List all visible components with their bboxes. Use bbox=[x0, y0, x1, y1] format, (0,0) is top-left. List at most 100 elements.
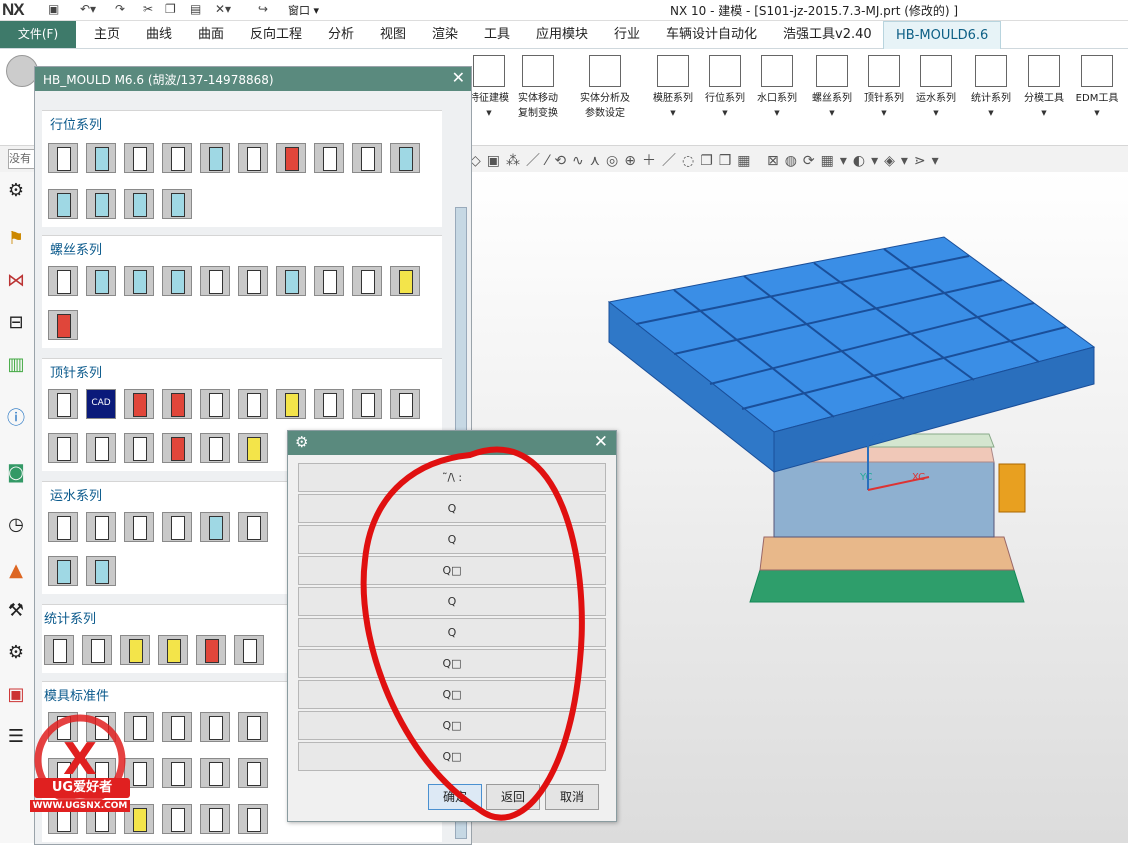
undo-icon[interactable]: ↶▾ bbox=[80, 2, 96, 16]
slider-tool-icon[interactable] bbox=[352, 143, 382, 173]
statistics-tool-icon[interactable] bbox=[158, 635, 188, 665]
ejector-tool-icon[interactable] bbox=[162, 433, 192, 463]
slider-tool-icon[interactable] bbox=[48, 143, 78, 173]
constraint-navigator-icon[interactable]: ⋈ bbox=[3, 268, 29, 294]
slider-tool-icon[interactable] bbox=[276, 143, 306, 173]
standard-part-icon[interactable] bbox=[200, 758, 230, 788]
screw-tool-icon[interactable] bbox=[48, 266, 78, 296]
ribbon-cooling[interactable]: 运水系列 ▼ bbox=[911, 55, 961, 121]
standard-part-icon[interactable] bbox=[200, 712, 230, 742]
dialog-option-button[interactable]: ˜/\ : bbox=[298, 463, 606, 492]
ejector-tool-icon[interactable] bbox=[86, 433, 116, 463]
statistics-tool-icon[interactable] bbox=[234, 635, 264, 665]
system-scene-icon[interactable]: ☰ bbox=[3, 724, 29, 750]
dialog-title-bar[interactable]: ⚙ ✕ bbox=[288, 431, 616, 455]
cooling-tool-icon[interactable] bbox=[238, 512, 268, 542]
redo-icon[interactable]: ↷ bbox=[115, 2, 125, 16]
ejector-tool-icon[interactable] bbox=[390, 389, 420, 419]
tab-view[interactable]: 视图 bbox=[380, 21, 406, 48]
ejector-tool-icon[interactable] bbox=[276, 389, 306, 419]
close-icon[interactable]: ✕ bbox=[594, 432, 608, 452]
ejector-tool-icon[interactable] bbox=[48, 389, 78, 419]
dialog-option-button[interactable]: Q□ bbox=[298, 556, 606, 585]
tab-haoqiang-tools[interactable]: 浩强工具v2.40 bbox=[783, 21, 872, 48]
ejector-tool-icon[interactable] bbox=[200, 433, 230, 463]
screw-tool-icon[interactable] bbox=[200, 266, 230, 296]
cooling-tool-icon[interactable] bbox=[86, 512, 116, 542]
ribbon-solid-analysis[interactable]: 实体分析及 参数设定 bbox=[572, 55, 638, 121]
cooling-tool-icon[interactable] bbox=[124, 512, 154, 542]
tab-home[interactable]: 主页 bbox=[94, 21, 120, 48]
standard-part-icon[interactable] bbox=[238, 758, 268, 788]
standard-part-icon[interactable] bbox=[162, 804, 192, 834]
statistics-tool-icon[interactable] bbox=[120, 635, 150, 665]
cut-icon[interactable]: ✂ bbox=[143, 2, 153, 16]
ribbon-gate[interactable]: 水口系列 ▼ bbox=[753, 55, 801, 121]
ejector-tool-icon[interactable] bbox=[124, 433, 154, 463]
standard-part-icon[interactable] bbox=[162, 758, 192, 788]
ribbon-screw[interactable]: 螺丝系列 ▼ bbox=[806, 55, 858, 121]
slider-tool-icon[interactable] bbox=[238, 143, 268, 173]
part-navigator-icon[interactable]: ⊟ bbox=[3, 310, 29, 336]
screw-tool-icon[interactable] bbox=[162, 266, 192, 296]
tab-reverse-engineering[interactable]: 反向工程 bbox=[250, 21, 302, 48]
slider-tool-icon[interactable] bbox=[162, 143, 192, 173]
standard-part-icon[interactable] bbox=[238, 712, 268, 742]
repeat-command-icon[interactable]: ↪ bbox=[258, 2, 268, 16]
process-studio-icon[interactable]: ⚒ bbox=[3, 598, 29, 624]
cooling-tool-icon[interactable] bbox=[162, 512, 192, 542]
dialog-option-button[interactable]: Q□ bbox=[298, 649, 606, 678]
ejector-tool-icon[interactable] bbox=[352, 389, 382, 419]
manufacturing-wizard-icon[interactable]: ⚙ bbox=[3, 640, 29, 666]
ribbon-feature-modeling[interactable]: 特征建模 ▼ bbox=[467, 55, 511, 121]
standard-part-icon[interactable] bbox=[200, 804, 230, 834]
tab-vehicle-design[interactable]: 车辆设计自动化 bbox=[666, 21, 757, 48]
tab-hb-mould[interactable]: HB-MOULD6.6 bbox=[883, 21, 1002, 49]
dialog-option-button[interactable]: Q bbox=[298, 618, 606, 647]
slider-tool-icon[interactable] bbox=[86, 143, 116, 173]
tab-industry[interactable]: 行业 bbox=[614, 21, 640, 48]
screw-tool-icon[interactable] bbox=[390, 266, 420, 296]
settings-icon[interactable]: ⚙ bbox=[3, 178, 29, 204]
ribbon-statistics[interactable]: 统计系列 ▼ bbox=[965, 55, 1017, 121]
cooling-tool-icon[interactable] bbox=[200, 512, 230, 542]
close-icon[interactable]: ✕ bbox=[452, 68, 465, 87]
assembly-navigator-icon[interactable]: ⚑ bbox=[3, 226, 29, 252]
tab-analysis[interactable]: 分析 bbox=[328, 21, 354, 48]
slider-tool-icon[interactable] bbox=[200, 143, 230, 173]
dialog-option-button[interactable]: Q bbox=[298, 525, 606, 554]
slider-tool-icon[interactable] bbox=[124, 189, 154, 219]
tab-applications[interactable]: 应用模块 bbox=[536, 21, 588, 48]
statistics-tool-icon[interactable] bbox=[44, 635, 74, 665]
dialog-option-button[interactable]: Q bbox=[298, 494, 606, 523]
ribbon-edm-tools[interactable]: EDM工具 ▼ bbox=[1071, 55, 1123, 121]
selection-filter-input[interactable]: 没有 bbox=[8, 149, 36, 169]
roles-icon[interactable]: ▣ bbox=[3, 682, 29, 708]
cooling-tool-icon[interactable] bbox=[86, 556, 116, 586]
cooling-tool-icon[interactable] bbox=[48, 512, 78, 542]
paste-icon[interactable]: ▤ bbox=[190, 2, 201, 16]
screw-tool-icon[interactable] bbox=[124, 266, 154, 296]
ejector-tool-icon[interactable] bbox=[124, 389, 154, 419]
ribbon-parting-tools[interactable]: 分模工具 ▼ bbox=[1018, 55, 1070, 121]
copy-icon[interactable]: ❐ bbox=[165, 2, 176, 16]
tab-surface[interactable]: 曲面 bbox=[198, 21, 224, 48]
ejector-tool-icon[interactable] bbox=[200, 389, 230, 419]
ejector-tool-icon[interactable] bbox=[314, 389, 344, 419]
tab-tools[interactable]: 工具 bbox=[484, 21, 510, 48]
ejector-tool-icon[interactable] bbox=[162, 389, 192, 419]
tab-curve[interactable]: 曲线 bbox=[146, 21, 172, 48]
ribbon-mould-base[interactable]: 模胚系列 ▼ bbox=[648, 55, 698, 121]
screw-tool-icon[interactable] bbox=[238, 266, 268, 296]
slider-tool-icon[interactable] bbox=[314, 143, 344, 173]
slider-tool-icon[interactable] bbox=[162, 189, 192, 219]
reuse-library-icon[interactable]: ▥ bbox=[3, 352, 29, 378]
dialog-option-button[interactable]: Q□ bbox=[298, 742, 606, 771]
slider-tool-icon[interactable] bbox=[124, 143, 154, 173]
dialog-option-button[interactable]: Q bbox=[298, 587, 606, 616]
slider-tool-icon[interactable] bbox=[86, 189, 116, 219]
ejector-tool-icon[interactable] bbox=[48, 433, 78, 463]
ribbon-solid-move-copy[interactable]: 实体移动 复制变换 bbox=[512, 55, 564, 121]
window-menu[interactable]: 窗口 ▾ bbox=[288, 2, 319, 18]
statistics-tool-icon[interactable] bbox=[82, 635, 112, 665]
